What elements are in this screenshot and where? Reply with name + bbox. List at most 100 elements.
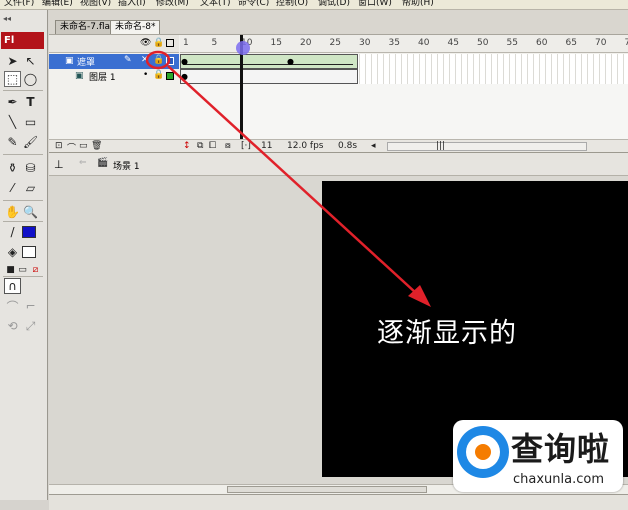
selection-tool-icon[interactable]: ➤ [4,53,21,69]
hand-tool-icon[interactable]: ✋ [4,204,21,220]
toolbar-divider [3,154,43,155]
menu-window[interactable]: 窗口(W) [358,0,392,9]
tween-arrow [183,64,353,65]
outline-color-icon[interactable] [166,57,174,65]
layer-name[interactable]: 遮罩 [77,55,95,68]
layer-name[interactable]: 图层 1 [89,70,116,83]
zoom-tool-icon[interactable]: 🔍 [22,204,39,220]
scroll-grip-icon[interactable]: ||| [436,141,445,151]
menu-control[interactable]: 控制(O) [276,0,308,9]
menu-edit[interactable]: 编辑(E) [42,0,73,9]
frame-rate: 12.0 fps [287,141,324,151]
pencil-tool-icon[interactable]: ✎ [4,134,21,150]
tools-panel: ◂◂ Fl ➤ ↖ ⬚ ◯ ✒ T ╲ ▭ ✎ 🖌 ⚱ ⛁ ⁄ ▱ ✋ 🔍 / … [0,10,48,500]
mask-layer-icon: ▣ [65,56,74,66]
frame-span[interactable] [180,69,358,84]
menu-text[interactable]: 文本(T) [200,0,231,9]
menu-commands[interactable]: 命令(C) [238,0,269,9]
text-tool-icon[interactable]: T [22,94,39,110]
line-tool-icon[interactable]: ╲ [4,114,21,130]
collapse-icon[interactable]: ◂◂ [3,14,11,23]
scene-name[interactable]: 场景 1 [113,159,140,172]
menu-bar: 文件(F) 编辑(E) 视图(V) 插入(I) 修改(M) 文本(T) 命令(C… [0,0,628,10]
onion-markers-icon[interactable]: [·] [241,141,251,151]
keyframe-dot: ● [181,57,188,66]
tween-span[interactable] [180,54,358,69]
frame-area-empty [180,84,628,139]
back-arrow-icon[interactable]: ⇐ [79,158,87,168]
scene-clapper-icon: 🎬 [97,158,109,168]
watermark: 查询啦 chaxunla.com [453,420,623,492]
subselection-tool-icon[interactable]: ↖ [22,53,39,69]
eye-icon[interactable]: 👁 [140,38,151,48]
menu-view[interactable]: 视图(V) [80,0,111,9]
watermark-url: chaxunla.com [513,472,604,487]
scale-icon[interactable]: ⤢ [22,318,39,334]
tab-document-7[interactable]: 未命名-7.fla [55,20,116,34]
lock-icon[interactable]: 🔒 [153,55,164,65]
stroke-color-swatch[interactable] [22,226,36,238]
straighten-icon[interactable]: ⌐ [22,298,39,314]
frame-number: 55 [506,38,518,48]
frame-row-1[interactable]: ● [180,69,628,84]
brush-tool-icon[interactable]: 🖌 [22,134,39,150]
outline-color-icon[interactable] [166,72,174,80]
timeline-toggle-icon[interactable]: ⊥ [54,158,64,171]
delete-layer-icon[interactable]: 🗑 [91,141,102,151]
edit-multiple-icon[interactable]: ⧇ [225,141,231,151]
properties-panel-header [49,494,628,510]
frame-number: 1 [183,38,189,48]
tab-document-8[interactable]: 未命名-8* [110,20,161,34]
frame-number: 45 [447,38,459,48]
playhead-line[interactable] [240,35,243,139]
menu-file[interactable]: 文件(F) [4,0,34,9]
eyedropper-tool-icon[interactable]: ⁄ [4,180,21,196]
menu-insert[interactable]: 插入(I) [118,0,146,9]
onion-skin-icon[interactable]: ⧉ [197,141,203,151]
fill-color-icon[interactable]: ◈ [4,244,21,260]
frame-number: 60 [536,38,548,48]
visibility-dot-icon[interactable]: • [143,70,148,80]
ink-bottle-tool-icon[interactable]: ⚱ [4,160,21,176]
new-layer-icon[interactable]: ⊡ [55,141,63,151]
frame-number: 15 [270,38,282,48]
stroke-color-icon[interactable]: / [4,224,21,240]
lock-all-icon[interactable]: 🔒 [153,38,164,48]
frame-ruler[interactable]: 151015202530354045505560657075 [180,35,628,53]
pen-tool-icon[interactable]: ✒ [4,94,21,110]
edit-bar: ⊥ ⇐ 🎬 场景 1 [49,152,628,176]
keyframe-dot: ● [287,57,294,66]
smooth-icon[interactable]: ⌒ [4,298,21,314]
timeline-status-bar: ⊡ ⌒ ▭ 🗑 ↕ ⧉ ⧠ ⧇ [·] 11 12.0 fps 0.8s ◂ |… [49,139,628,154]
insert-folder-icon[interactable]: ▭ [79,141,88,151]
scrollbar-thumb[interactable] [227,486,427,493]
outline-icon[interactable] [166,39,174,47]
menu-debug[interactable]: 调试(D) [318,0,350,9]
rectangle-tool-icon[interactable]: ▭ [22,114,39,130]
onion-outline-icon[interactable]: ⧠ [209,141,216,151]
eraser-tool-icon[interactable]: ▱ [22,180,39,196]
paint-bucket-tool-icon[interactable]: ⛁ [22,160,39,176]
rotate-icon[interactable]: ⟲ [4,318,21,334]
frame-number: 25 [329,38,341,48]
frame-number: 70 [595,38,607,48]
elapsed-time: 0.8s [338,141,358,151]
layer-row-1[interactable]: ▣ 图层 1 • 🔒 [49,69,179,84]
fill-color-swatch[interactable] [22,246,36,258]
menu-help[interactable]: 帮助(H) [402,0,434,9]
menu-modify[interactable]: 修改(M) [156,0,189,9]
frame-number: 50 [477,38,489,48]
snap-to-objects-icon[interactable]: ∩ [4,278,21,294]
timeline-scrollbar[interactable] [387,142,587,151]
scroll-left-icon[interactable]: ◂ [371,141,376,151]
frame-row-mask[interactable]: ● ● [180,54,628,69]
center-frame-icon[interactable]: ↕ [183,141,191,151]
hide-toggle-icon[interactable]: ✕ [141,55,149,65]
lasso-tool-icon[interactable]: ◯ [22,71,39,87]
stage-text[interactable]: 逐渐显示的 [377,311,517,350]
document-tabs: 未命名-7.fla 未命名-8* [49,10,628,34]
free-transform-tool-icon[interactable]: ⬚ [4,71,21,87]
layer-row-mask[interactable]: ▣ 遮罩 ✎ ✕ 🔒 [49,54,179,69]
lock-icon[interactable]: 🔒 [153,70,164,80]
frame-number: 75 [624,38,628,48]
